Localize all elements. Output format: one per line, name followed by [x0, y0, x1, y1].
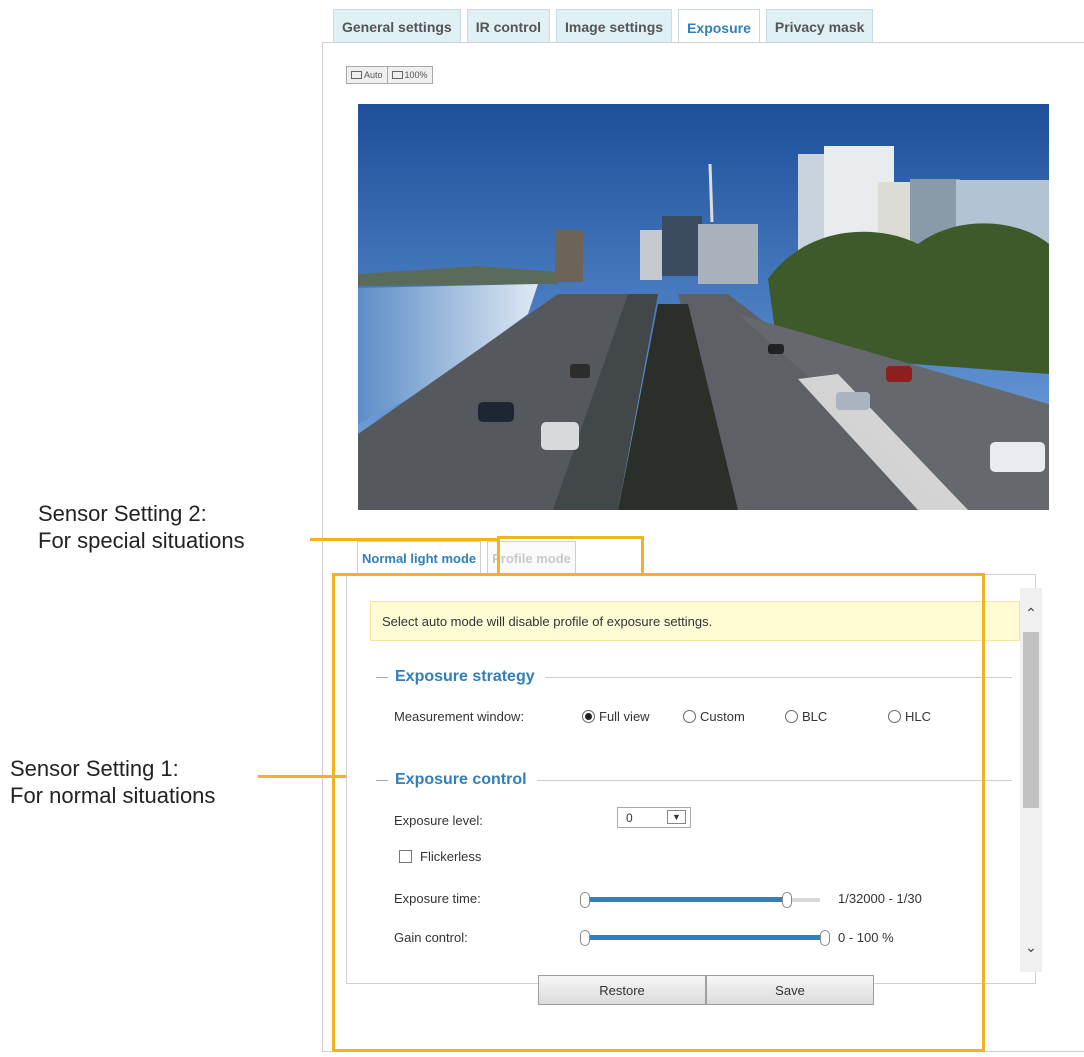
scrollbar-thumb[interactable]	[1023, 632, 1039, 808]
gain-control-range: 0 - 100 %	[838, 930, 894, 945]
tab-exposure[interactable]: Exposure	[678, 9, 760, 45]
tab-general-settings[interactable]: General settings	[333, 9, 461, 43]
callout-1-connector	[258, 775, 356, 778]
notice-text: Select auto mode will disable profile of…	[382, 613, 713, 629]
settings-scrollbar[interactable]: ⌃ ⌄	[1020, 588, 1042, 972]
chevron-down-icon[interactable]: ⌄	[1020, 936, 1042, 958]
flickerless-box	[399, 850, 412, 863]
settings-tabs: General settings IR control Image settin…	[333, 9, 874, 45]
view-auto-label: Auto	[364, 70, 383, 80]
flickerless-checkbox[interactable]: Flickerless	[399, 849, 481, 864]
radio-blc-label: BLC	[802, 709, 828, 724]
radio-full-view-label: Full view	[599, 709, 650, 724]
radio-hlc-circle	[888, 710, 901, 723]
exposure-time-max-handle[interactable]	[782, 892, 792, 908]
measurement-window-label: Measurement window:	[394, 709, 525, 724]
radio-blc-circle	[785, 710, 798, 723]
radio-full-view[interactable]: Full view	[582, 709, 650, 724]
exposure-control-title: Exposure control	[395, 771, 527, 788]
view-auto-button[interactable]: Auto	[347, 67, 387, 83]
flickerless-label: Flickerless	[420, 849, 482, 864]
callout-2-line1: Sensor Setting 2:	[38, 501, 207, 526]
notice-banner: Select auto mode will disable profile of…	[370, 601, 1020, 641]
radio-blc[interactable]: BLC	[785, 709, 827, 724]
callout-sensor-setting-1: Sensor Setting 1: For normal situations	[10, 755, 215, 809]
tab-image-settings[interactable]: Image settings	[556, 9, 673, 43]
mode-tabs: Normal light mode Profile mode	[357, 541, 576, 575]
city-highway-image	[358, 104, 1049, 510]
exposure-time-slider[interactable]	[580, 892, 820, 908]
radio-custom[interactable]: Custom	[683, 709, 745, 724]
radio-custom-circle	[683, 710, 696, 723]
save-button[interactable]: Save	[706, 975, 874, 1005]
callout-2-line2: For special situations	[38, 528, 245, 553]
video-preview	[358, 104, 1049, 510]
exposure-level-value: 0	[626, 810, 633, 825]
radio-hlc-label: HLC	[905, 709, 932, 724]
chevron-up-icon[interactable]: ⌃	[1020, 602, 1042, 624]
gain-min-handle[interactable]	[580, 930, 590, 946]
gain-control-slider[interactable]	[580, 930, 830, 946]
view-size-toggle: Auto 100%	[346, 66, 433, 84]
fit-window-icon	[351, 71, 362, 79]
chevron-down-icon: ▼	[667, 810, 686, 824]
exposure-level-label: Exposure level:	[394, 813, 483, 828]
exposure-strategy-title: Exposure strategy	[395, 668, 535, 685]
gain-control-label: Gain control:	[394, 930, 468, 945]
tab-privacy-mask[interactable]: Privacy mask	[765, 9, 874, 43]
radio-hlc[interactable]: HLC	[888, 709, 931, 724]
restore-button[interactable]: Restore	[538, 975, 706, 1005]
exposure-strategy-header: Exposure strategy	[376, 668, 1012, 686]
exposure-time-range: 1/32000 - 1/30	[838, 891, 922, 906]
tab-ir-control[interactable]: IR control	[466, 9, 551, 43]
view-100-button[interactable]: 100%	[386, 67, 432, 83]
exposure-level-select[interactable]: 0 ▼	[617, 807, 691, 828]
radio-custom-label: Custom	[700, 709, 745, 724]
callout-sensor-setting-2: Sensor Setting 2: For special situations	[38, 500, 245, 554]
callout-1-line2: For normal situations	[10, 783, 216, 808]
tab-normal-light-mode[interactable]: Normal light mode	[357, 541, 482, 575]
callout-1-line1: Sensor Setting 1:	[10, 756, 179, 781]
tab-profile-mode[interactable]: Profile mode	[487, 541, 576, 575]
exposure-control-header: Exposure control	[376, 771, 1012, 789]
exposure-time-label: Exposure time:	[394, 891, 481, 906]
actual-size-icon	[391, 71, 403, 79]
exposure-time-min-handle[interactable]	[580, 892, 590, 908]
radio-full-view-circle	[582, 710, 595, 723]
view-100-label: 100%	[404, 70, 428, 80]
gain-max-handle[interactable]	[820, 930, 830, 946]
